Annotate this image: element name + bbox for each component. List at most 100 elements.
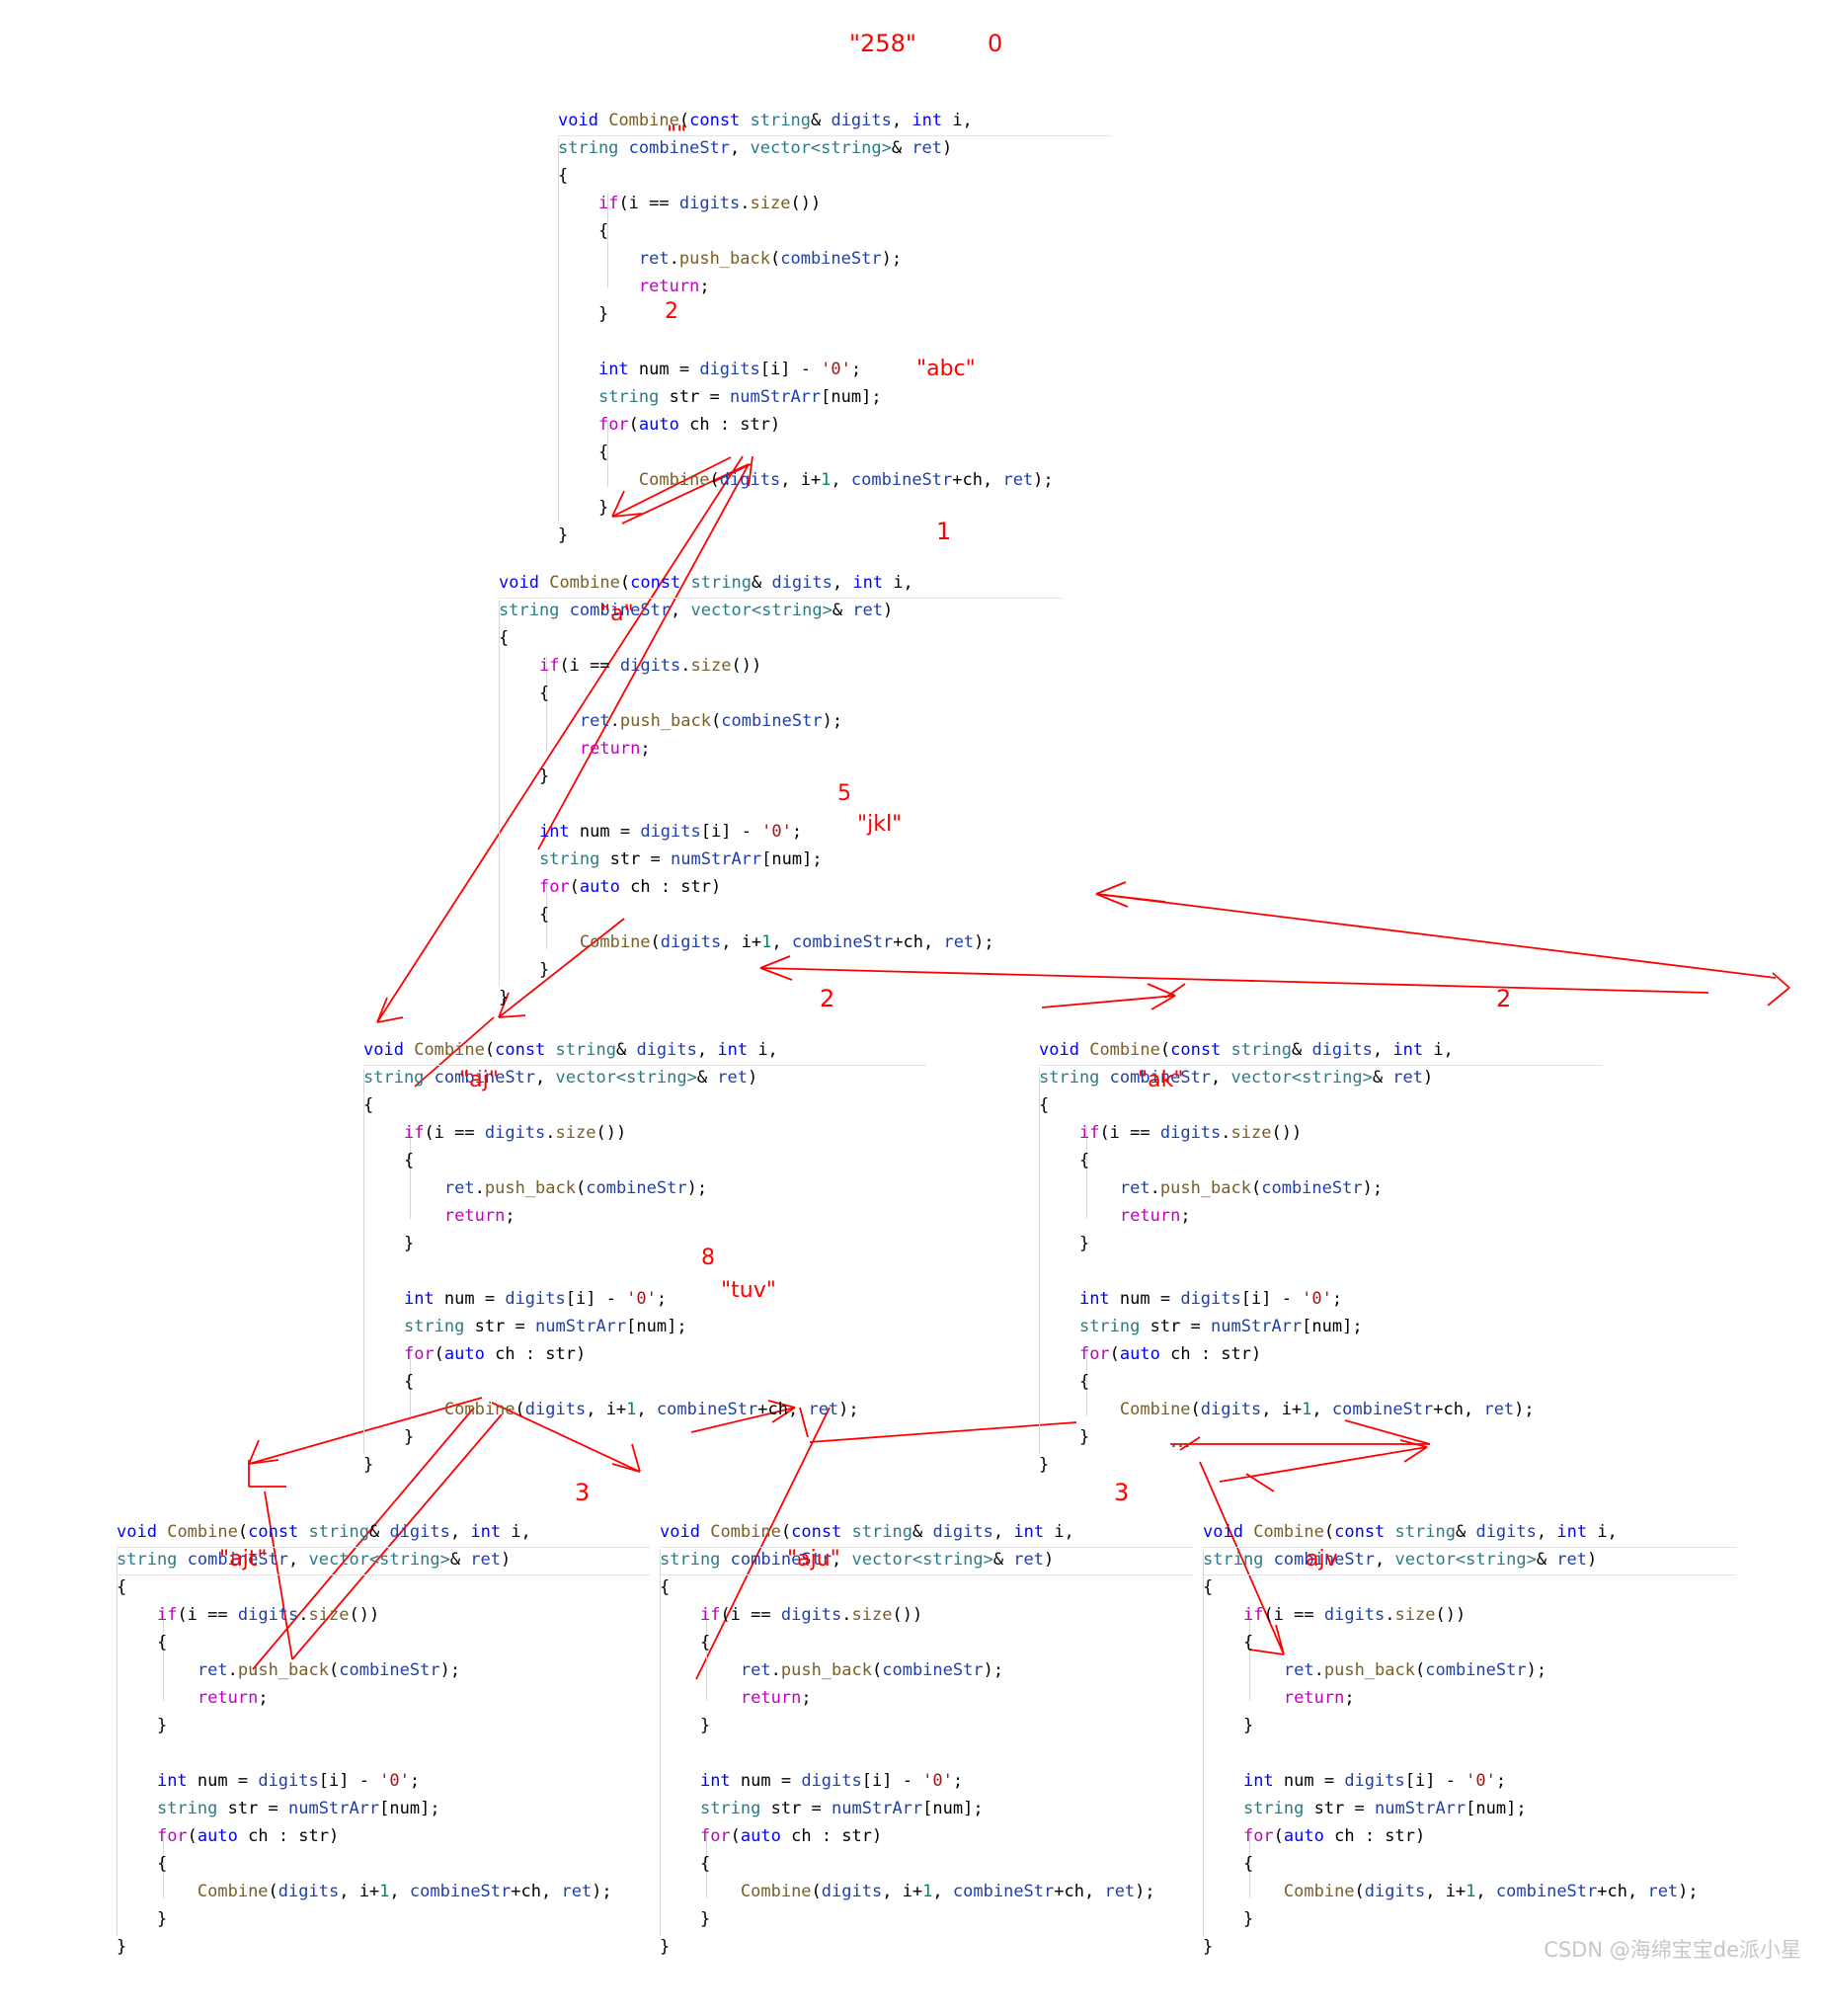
combine-frame-level3-left: void Combine(const string& digits, int i… [117,1491,612,2016]
combine-frame-level1: void Combine(const string& digits, int i… [499,541,994,1067]
code-line-for: for(auto ch : str) [156,1826,340,1846]
code-line-recurse: Combine(digits, i+1, combineStr+ch, ret)… [1283,1882,1699,1901]
code-line-signature1: void Combine(const string& digits, int i… [1203,1522,1618,1542]
combine-frame-level3-mid: void Combine(const string& digits, int i… [660,1491,1155,2016]
combine-frame-level2-right: void Combine(const string& digits, int i… [1039,1008,1535,1534]
code-line-for: for(auto ch : str) [699,1826,883,1846]
code-line-loop-close: } [1203,1909,1254,1929]
code-line-if: if(i == digits.size()) [1242,1605,1466,1625]
code-line-int-num: int num = digits[i] - '0'; [403,1289,668,1309]
code-line-string-str: string str = numStrArr[num]; [538,849,823,869]
code-line-return: return; [197,1688,269,1708]
code-line-push: ret.push_back(combineStr); [443,1178,708,1198]
code-line-inner-close: } [558,304,609,324]
annotation-l3left-combine: "ajt" [219,1547,268,1572]
code-line-inner-close: } [363,1234,415,1253]
annotation-l3mid-combine: "aju" [787,1547,840,1572]
code-line-inner-open: { [660,1633,711,1653]
code-line-open: { [1039,1095,1050,1115]
code-line-signature2: string combineStr, vector<string>& ret) [499,601,894,620]
annotation-ellipsis: ... [1170,1428,1191,1453]
code-line-int-num: int num = digits[i] - '0'; [1242,1771,1507,1791]
code-line-open: { [558,166,569,186]
code-line-int-num: int num = digits[i] - '0'; [1078,1289,1343,1309]
code-line-inner-close: } [1203,1716,1254,1735]
code-line-if: if(i == digits.size()) [403,1123,627,1143]
code-line-push: ret.push_back(combineStr); [740,1660,1004,1680]
code-line-recurse: Combine(digits, i+1, combineStr+ch, ret)… [443,1400,859,1419]
code-line-if: if(i == digits.size()) [699,1605,923,1625]
code-line-loop-open: { [660,1854,711,1874]
code-line-if: if(i == digits.size()) [1078,1123,1303,1143]
code-line-string-str: string str = numStrArr[num]; [699,1799,984,1818]
code-line-loop-close: } [558,498,609,518]
code-line-recurse: Combine(digits, i+1, combineStr+ch, ret)… [579,932,994,952]
code-line-close: } [363,1455,374,1475]
code-line-recurse: Combine(digits, i+1, combineStr+ch, ret)… [197,1882,612,1901]
code-line-string-str: string str = numStrArr[num]; [1242,1799,1527,1818]
code-line-inner-open: { [117,1633,168,1653]
annotation-l2left-str: "tuv" [721,1278,776,1303]
annotation-l3left-index: 3 [575,1479,591,1506]
code-line-open: { [1203,1577,1214,1597]
code-line-recurse: Combine(digits, i+1, combineStr+ch, ret)… [740,1882,1155,1901]
code-line-open: { [117,1577,127,1597]
annotation-l3mid-index: 3 [1114,1479,1130,1506]
code-line-int-num: int num = digits[i] - '0'; [156,1771,421,1791]
code-line-return: return; [1283,1688,1355,1708]
code-line-inner-close: } [660,1716,711,1735]
code-line-return: return; [1119,1206,1191,1226]
code-line-loop-open: { [1039,1372,1090,1392]
code-line-loop-close: } [499,960,550,980]
code-line-signature1: void Combine(const string& digits, int i… [499,573,913,593]
code-line-inner-close: } [117,1716,168,1735]
code-line-loop-open: { [558,443,609,462]
code-line-signature1: void Combine(const string& digits, int i… [1039,1040,1454,1060]
code-line-loop-close: } [660,1909,711,1929]
annotation-l1-index: 1 [936,518,952,545]
code-line-if: if(i == digits.size()) [156,1605,380,1625]
code-line-if: if(i == digits.size()) [538,656,762,676]
code-line-for: for(auto ch : str) [403,1344,587,1364]
code-line-recurse: Combine(digits, i+1, combineStr+ch, ret)… [1119,1400,1535,1419]
code-line-loop-close: } [117,1909,168,1929]
code-line-push: ret.push_back(combineStr); [1283,1660,1547,1680]
annotation-root-index: 0 [988,30,1003,57]
code-line-close: } [660,1937,671,1957]
annotation-root-combine: "" [667,122,687,147]
code-line-open: { [363,1095,374,1115]
code-line-push: ret.push_back(combineStr); [579,711,843,731]
code-line-return: return; [740,1688,812,1708]
code-line-return: return; [443,1206,515,1226]
code-line-int-num: int num = digits[i] - '0'; [538,822,803,842]
code-line-signature2: string combineStr, vector<string>& ret) [1039,1068,1434,1088]
code-line-push: ret.push_back(combineStr); [197,1660,461,1680]
code-line-int-num: int num = digits[i] - '0'; [597,360,862,379]
code-line-loop-open: { [499,905,550,925]
annotation-l1-num: 5 [837,781,851,806]
code-line-inner-close: } [1039,1234,1090,1253]
combine-frame-level2-left: void Combine(const string& digits, int i… [363,1008,859,1534]
annotation-l2left-index: 2 [820,985,835,1012]
annotation-l2left-num: 8 [701,1246,715,1270]
code-line-string-str: string str = numStrArr[num]; [156,1799,440,1818]
code-line-inner-open: { [499,684,550,703]
code-line-for: for(auto ch : str) [538,877,722,897]
annotation-l2right-combine: "ak" [1138,1068,1184,1092]
code-line-open: { [499,628,510,648]
annotation-l2right-index: 2 [1496,985,1512,1012]
code-line-for: for(auto ch : str) [1078,1344,1262,1364]
annotation-root-str: "abc" [916,357,976,381]
code-line-int-num: int num = digits[i] - '0'; [699,1771,964,1791]
code-line-signature1: void Combine(const string& digits, int i… [363,1040,778,1060]
code-line-signature2: string combineStr, vector<string>& ret) [1203,1550,1598,1570]
diagram-canvas: void Combine(const string& digits, int i… [0,0,1823,1977]
code-line-signature1: void Combine(const string& digits, int i… [660,1522,1074,1542]
code-line-if: if(i == digits.size()) [597,194,822,213]
code-line-close: } [1039,1455,1050,1475]
code-line-signature2: string combineStr, vector<string>& ret) [558,138,953,158]
